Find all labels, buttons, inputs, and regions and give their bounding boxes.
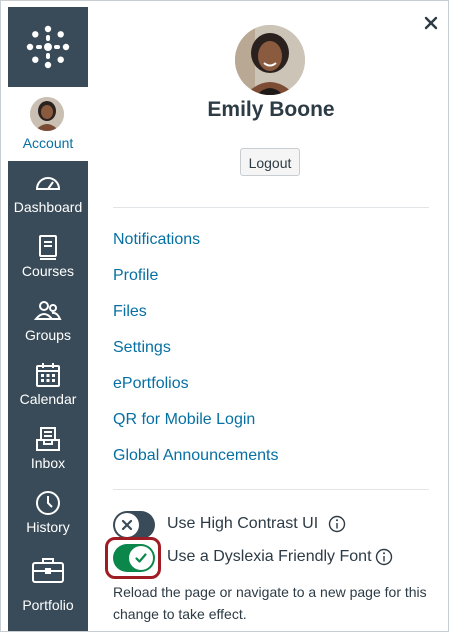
reload-help-text: Reload the page or navigate to a new pag… [113, 584, 427, 622]
link-qr-mobile-login[interactable]: QR for Mobile Login [113, 402, 278, 438]
groups-icon [34, 301, 62, 320]
high-contrast-toggle[interactable] [113, 511, 155, 539]
nav-label-history: History [26, 519, 70, 535]
calendar-icon [36, 363, 60, 387]
logout-button[interactable]: Logout [240, 148, 300, 176]
nav-item-account[interactable]: Account [8, 87, 88, 161]
canvas-logo[interactable] [8, 7, 88, 87]
dashboard-icon [35, 177, 61, 190]
link-eportfolios[interactable]: ePortfolios [113, 366, 278, 402]
link-global-announcements[interactable]: Global Announcements [113, 438, 278, 474]
link-profile[interactable]: Profile [113, 258, 278, 294]
dyslexia-font-row: Use a Dyslexia Friendly Font [113, 544, 433, 574]
high-contrast-row: Use High Contrast UI [113, 511, 433, 541]
nav-item-groups[interactable]: Groups [8, 289, 88, 353]
profile-avatar [235, 25, 305, 95]
link-notifications[interactable]: Notifications [113, 222, 278, 258]
toggle-knob [115, 513, 139, 537]
account-avatar [30, 97, 64, 131]
nav-label-inbox: Inbox [30, 455, 66, 471]
courses-icon [39, 235, 57, 260]
portfolio-icon [32, 558, 64, 583]
link-settings[interactable]: Settings [113, 330, 278, 366]
nav-item-portfolio[interactable]: Portfolio [8, 553, 88, 617]
divider [113, 207, 429, 208]
nav-label-account: Account [22, 135, 74, 151]
global-navigation: Account Dashboard Courses Groups Calenda… [8, 7, 88, 631]
nav-label-courses: Courses [21, 263, 75, 279]
nav-item-inbox[interactable]: Inbox [8, 417, 88, 481]
history-icon [36, 491, 60, 515]
high-contrast-label: Use High Contrast UI [167, 515, 319, 532]
nav-label-portfolio: Portfolio [22, 597, 74, 613]
nav-label-groups: Groups [25, 327, 71, 343]
account-links: Notifications Profile Files Settings ePo… [113, 222, 278, 474]
link-files[interactable]: Files [113, 294, 278, 330]
check-icon [135, 553, 147, 563]
app-frame: Account Dashboard Courses Groups Calenda… [0, 0, 449, 632]
nav-label-calendar: Calendar [19, 391, 77, 407]
close-icon [424, 16, 438, 30]
toggle-knob [129, 546, 153, 570]
x-icon [121, 519, 133, 531]
nav-item-courses[interactable]: Courses [8, 225, 88, 289]
nav-item-dashboard[interactable]: Dashboard [8, 161, 88, 225]
info-icon[interactable] [375, 548, 393, 566]
close-button[interactable] [422, 14, 440, 32]
nav-item-history[interactable]: History [8, 481, 88, 545]
info-icon[interactable] [328, 515, 346, 533]
divider [113, 489, 429, 490]
inbox-icon [36, 427, 60, 451]
profile-name: Emily Boone [207, 98, 335, 121]
dyslexia-font-toggle[interactable] [113, 544, 155, 572]
canvas-logo-icon [26, 25, 70, 69]
nav-item-calendar[interactable]: Calendar [8, 353, 88, 417]
nav-label-dashboard: Dashboard [13, 199, 83, 215]
dyslexia-font-label: Use a Dyslexia Friendly Font [167, 548, 372, 565]
